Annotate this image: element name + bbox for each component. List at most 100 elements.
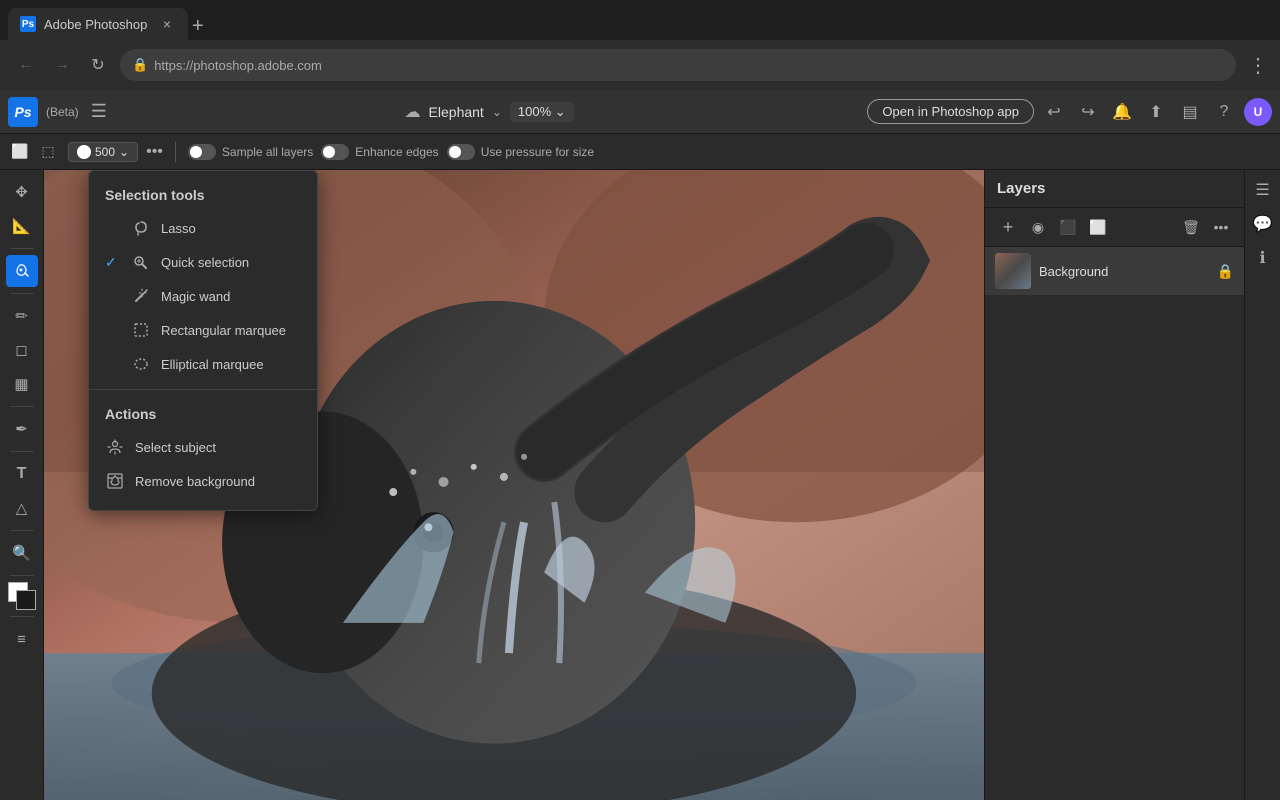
ruler-tool-btn[interactable]: 📐 (6, 210, 38, 242)
rect-marquee-menu-item[interactable]: Rectangular marquee (89, 313, 317, 347)
library-btn[interactable]: ▤ (1176, 98, 1204, 126)
hamburger-menu-btn[interactable]: ☰ (87, 101, 111, 122)
notifications-btn[interactable]: 🔔 (1108, 98, 1136, 126)
quick-selection-check: ✓ (105, 254, 121, 271)
selection-tools-dropdown: Selection tools Lasso ✓ (88, 170, 318, 511)
refresh-btn[interactable]: ↻ (84, 51, 112, 79)
file-dropdown-arrow[interactable]: ⌄ (492, 105, 502, 119)
info-panel-icon[interactable]: ℹ (1249, 244, 1277, 272)
panel-header: Layers (985, 170, 1244, 208)
brush-size-value: 500 (95, 145, 115, 159)
enhance-edges-group: Enhance edges (321, 144, 438, 160)
text-tool-btn[interactable]: T (6, 458, 38, 490)
brush-preview (77, 145, 91, 159)
menu-separator (89, 389, 317, 390)
quick-selection-icon (131, 252, 151, 272)
layer-mask-btn[interactable]: ⬛ (1055, 214, 1081, 240)
layer-thumbnail (995, 253, 1031, 289)
brush-size-control[interactable]: 500 ⌄ (68, 142, 138, 162)
user-avatar[interactable]: U (1244, 98, 1272, 126)
selection-type-group: ⬜ ⬚ (8, 140, 60, 164)
lasso-label: Lasso (161, 221, 196, 236)
left-toolbar: ✥ 📐 ✏ ◻ ▦ ✒ T △ 🔍 (0, 170, 44, 800)
export-btn[interactable]: ⬆ (1142, 98, 1170, 126)
cloud-icon: ☁ (405, 102, 421, 122)
add-selection-icon[interactable]: ⬚ (36, 140, 60, 164)
select-subject-menu-item[interactable]: Select subject (89, 430, 317, 464)
brush-options-btn[interactable]: ••• (146, 143, 163, 161)
zoom-control[interactable]: 100% ⌄ (510, 102, 574, 122)
help-btn[interactable]: ? (1210, 98, 1238, 126)
tab-close-btn[interactable]: × (158, 15, 176, 33)
layer-thumb-inner (995, 253, 1031, 289)
file-name: Elephant (429, 104, 484, 120)
undo-btn[interactable]: ↩ (1040, 98, 1068, 126)
tab-favicon: Ps (20, 16, 36, 32)
pen-tool-btn[interactable]: ✒ (6, 413, 38, 445)
rect-marquee-label: Rectangular marquee (161, 323, 286, 338)
toolbar-separator-3 (10, 406, 34, 407)
nav-bar: ← → ↻ 🔒 https://photoshop.adobe.com ⋮ (0, 40, 1280, 90)
toolbar-separator-7 (10, 616, 34, 617)
move-tool-btn[interactable]: ✥ (6, 176, 38, 208)
lasso-menu-item[interactable]: Lasso (89, 211, 317, 245)
background-layer-item[interactable]: Background 🔒 (985, 247, 1244, 295)
color-swatch[interactable] (8, 582, 36, 610)
canvas-area[interactable]: Selection tools Lasso ✓ (44, 170, 984, 800)
layer-more-btn[interactable]: ••• (1208, 214, 1234, 240)
tool-options-bar: ⬜ ⬚ 500 ⌄ ••• Sample all layers Enhance … (0, 134, 1280, 170)
select-subject-label: Select subject (135, 440, 216, 455)
back-btn[interactable]: ← (12, 51, 40, 79)
add-layer-btn[interactable]: + (995, 214, 1021, 240)
quick-selection-tool-btn[interactable] (6, 255, 38, 287)
pressure-group: Use pressure for size (447, 144, 594, 160)
redo-btn[interactable]: ↪ (1074, 98, 1102, 126)
ellip-marquee-icon (131, 354, 151, 374)
lasso-icon (131, 218, 151, 238)
toolbar-separator-5 (10, 530, 34, 531)
layers-panel: Layers + ◉ ⬛ ⬜ 🗑 ••• Background � (984, 170, 1244, 800)
url-text: https://photoshop.adobe.com (154, 58, 322, 73)
topbar-center: ☁ Elephant ⌄ 100% ⌄ (119, 102, 860, 122)
sample-all-toggle[interactable] (188, 144, 216, 160)
toolbar-separator-2 (10, 293, 34, 294)
new-selection-icon[interactable]: ⬜ (8, 140, 32, 164)
sort-tool-btn[interactable]: ≡ (6, 623, 38, 655)
address-bar[interactable]: 🔒 https://photoshop.adobe.com (120, 49, 1236, 81)
active-tab[interactable]: Ps Adobe Photoshop × (8, 8, 188, 40)
browser-more-btn[interactable]: ⋮ (1248, 53, 1268, 78)
gradient-tool-btn[interactable]: ▦ (6, 368, 38, 400)
magic-wand-label: Magic wand (161, 289, 230, 304)
background-color[interactable] (16, 590, 36, 610)
sample-all-label: Sample all layers (222, 145, 313, 159)
divider-1 (175, 142, 176, 162)
magic-wand-icon (131, 286, 151, 306)
pressure-toggle[interactable] (447, 144, 475, 160)
pressure-label: Use pressure for size (481, 145, 594, 159)
ellip-marquee-menu-item[interactable]: Elliptical marquee (89, 347, 317, 381)
forward-btn[interactable]: → (48, 51, 76, 79)
eyedropper-tool-btn[interactable]: 🔍 (6, 537, 38, 569)
quick-selection-menu-item[interactable]: ✓ Quick selection (89, 245, 317, 279)
enhance-edges-toggle[interactable] (321, 144, 349, 160)
delete-layer-btn[interactable]: 🗑 (1178, 214, 1204, 240)
open-in-photoshop-btn[interactable]: Open in Photoshop app (867, 99, 1034, 124)
tab-title: Adobe Photoshop (44, 17, 150, 32)
remove-bg-menu-item[interactable]: Remove background (89, 464, 317, 498)
rect-marquee-icon (131, 320, 151, 340)
shape-tool-btn[interactable]: △ (6, 492, 38, 524)
comments-panel-icon[interactable]: 💬 (1249, 210, 1277, 238)
layer-style-btn[interactable]: ◉ (1025, 214, 1051, 240)
lock-icon: 🔒 (132, 57, 148, 73)
layer-group-btn[interactable]: ⬜ (1085, 214, 1111, 240)
panel-toolbar: + ◉ ⬛ ⬜ 🗑 ••• (985, 208, 1244, 247)
brush-tool-btn[interactable]: ✏ (6, 300, 38, 332)
app-topbar: Ps (Beta) ☰ ☁ Elephant ⌄ 100% ⌄ Open in … (0, 90, 1280, 134)
new-tab-btn[interactable]: + (192, 15, 204, 38)
photoshop-app: Ps (Beta) ☰ ☁ Elephant ⌄ 100% ⌄ Open in … (0, 90, 1280, 800)
magic-wand-menu-item[interactable]: Magic wand (89, 279, 317, 313)
beta-badge: (Beta) (46, 105, 79, 119)
select-subject-icon (105, 437, 125, 457)
layers-panel-icon[interactable]: ☰ (1249, 176, 1277, 204)
eraser-tool-btn[interactable]: ◻ (6, 334, 38, 366)
